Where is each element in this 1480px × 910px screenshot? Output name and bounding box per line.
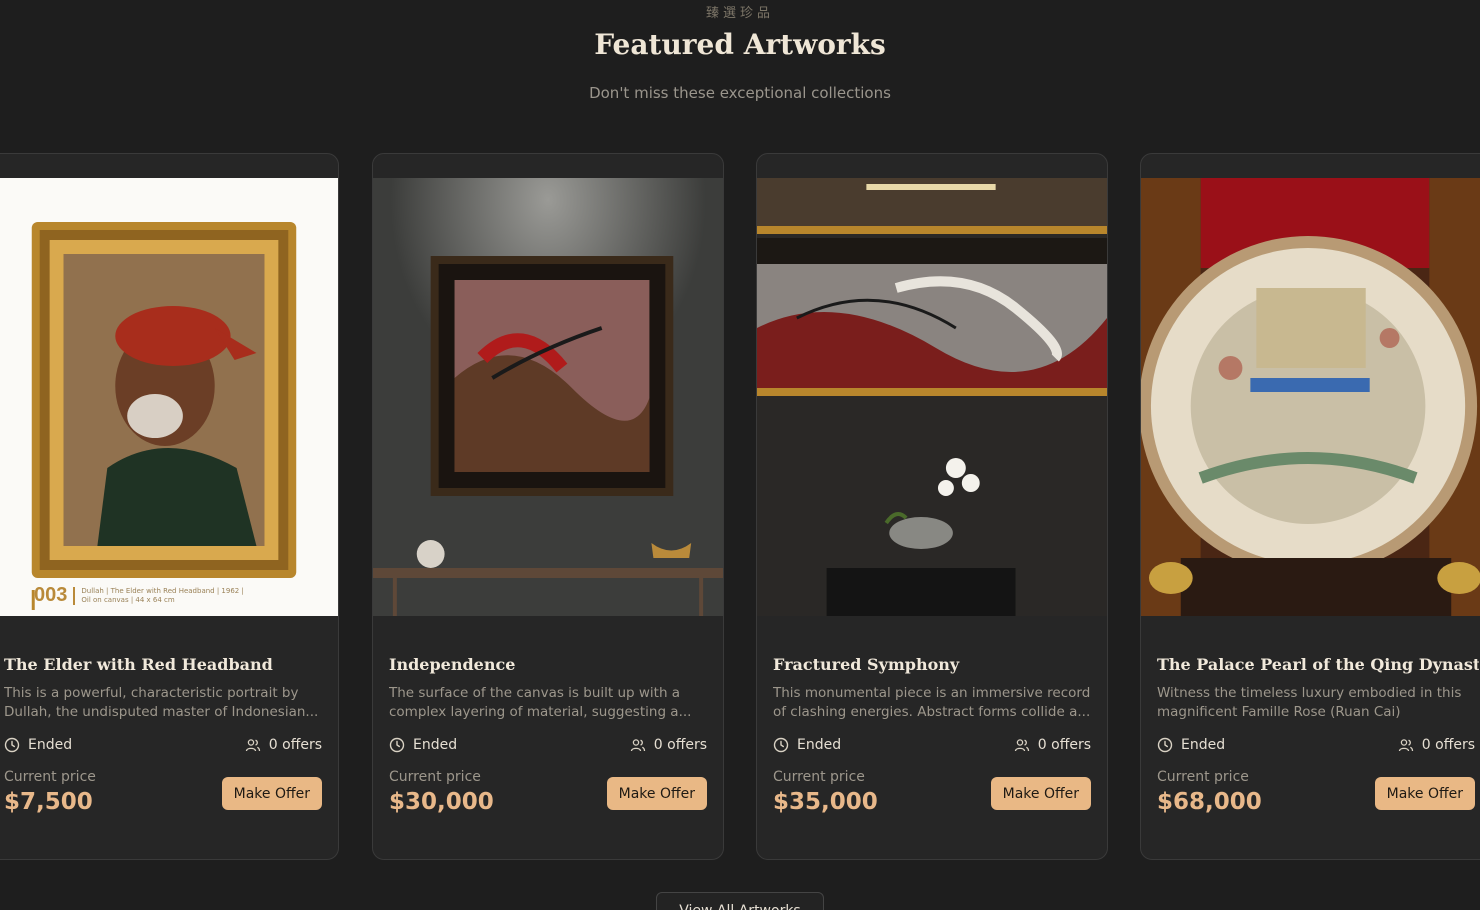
artwork-description: This is a powerful, characteristic portr… bbox=[4, 685, 319, 720]
offers-count: 0 offers bbox=[1014, 737, 1091, 753]
make-offer-button[interactable]: Make Offer bbox=[990, 777, 1091, 810]
featured-artworks-section: 臻選珍品 Featured Artworks Don't miss these … bbox=[0, 0, 1480, 910]
artwork-card[interactable]: Fractured Symphony This monumental piece… bbox=[756, 153, 1108, 860]
make-offer-button[interactable]: Make Offer bbox=[221, 777, 322, 810]
image-caption-line2: Oil on canvas | 44 x 64 cm bbox=[81, 595, 175, 604]
artwork-title[interactable]: The Elder with Red Headband bbox=[4, 655, 326, 674]
image-caption-text: Dullah | The Elder with Red Headband | 1… bbox=[81, 587, 243, 605]
status-text: Ended bbox=[28, 737, 73, 753]
artwork-card[interactable]: Independence The surface of the canvas i… bbox=[372, 153, 724, 860]
artwork-card[interactable]: The Palace Pearl of the Qing Dynasty Wit… bbox=[1140, 153, 1480, 860]
offers-text: 0 offers bbox=[268, 737, 322, 753]
current-price: $68,000 bbox=[1157, 789, 1262, 815]
artwork-title[interactable]: Independence bbox=[389, 655, 711, 674]
section-eyebrow: 臻選珍品 bbox=[705, 6, 774, 21]
auction-status: Ended bbox=[4, 737, 72, 753]
offers-text: 0 offers bbox=[1421, 737, 1475, 753]
clock-icon bbox=[4, 737, 20, 753]
current-price-label: Current price bbox=[773, 769, 865, 785]
image-caption-divider bbox=[73, 586, 76, 605]
artwork-title[interactable]: Fractured Symphony bbox=[773, 655, 1095, 674]
clock-icon bbox=[773, 737, 789, 753]
view-all-artworks-button[interactable]: View All Artworks bbox=[656, 892, 824, 910]
artwork-description: This monumental piece is an immersive re… bbox=[773, 685, 1091, 720]
section-subtitle: Don't miss these exceptional collections bbox=[589, 84, 891, 102]
section-title: Featured Artworks bbox=[594, 28, 886, 61]
status-text: Ended bbox=[1181, 737, 1226, 753]
clock-icon bbox=[389, 737, 405, 753]
artwork-image[interactable] bbox=[1141, 178, 1480, 616]
current-price-label: Current price bbox=[389, 769, 481, 785]
users-icon bbox=[1398, 739, 1413, 752]
artwork-card[interactable]: 003 Dullah | The Elder with Red Headband… bbox=[0, 153, 339, 860]
image-caption-line1: Dullah | The Elder with Red Headband | 1… bbox=[81, 586, 244, 595]
artwork-description: The surface of the canvas is built up wi… bbox=[389, 685, 692, 720]
offers-count: 0 offers bbox=[1398, 737, 1475, 753]
image-caption-number: 003 bbox=[34, 584, 68, 606]
artwork-description: Witness the timeless luxury embodied in … bbox=[1157, 685, 1462, 720]
current-price: $35,000 bbox=[773, 789, 878, 815]
users-icon bbox=[245, 739, 260, 752]
offers-text: 0 offers bbox=[653, 737, 707, 753]
auction-status: Ended bbox=[773, 737, 841, 753]
clock-icon bbox=[1157, 737, 1173, 753]
status-text: Ended bbox=[797, 737, 842, 753]
status-text: Ended bbox=[413, 737, 458, 753]
auction-status: Ended bbox=[389, 737, 457, 753]
artwork-image[interactable]: 003 Dullah | The Elder with Red Headband… bbox=[0, 178, 338, 616]
artwork-image[interactable] bbox=[757, 178, 1107, 616]
artwork-title[interactable]: The Palace Pearl of the Qing Dynasty bbox=[1157, 655, 1479, 674]
make-offer-button[interactable]: Make Offer bbox=[1374, 777, 1475, 810]
artwork-image[interactable] bbox=[373, 178, 723, 616]
offers-count: 0 offers bbox=[245, 737, 322, 753]
auction-status: Ended bbox=[1157, 737, 1225, 753]
offers-count: 0 offers bbox=[630, 737, 707, 753]
make-offer-button[interactable]: Make Offer bbox=[606, 777, 707, 810]
current-price: $30,000 bbox=[389, 789, 494, 815]
users-icon bbox=[1014, 739, 1029, 752]
image-caption: 003 Dullah | The Elder with Red Headband… bbox=[34, 584, 244, 607]
offers-text: 0 offers bbox=[1037, 737, 1091, 753]
users-icon bbox=[630, 739, 645, 752]
current-price-label: Current price bbox=[1157, 769, 1249, 785]
current-price: $7,500 bbox=[4, 789, 93, 815]
current-price-label: Current price bbox=[4, 769, 96, 785]
